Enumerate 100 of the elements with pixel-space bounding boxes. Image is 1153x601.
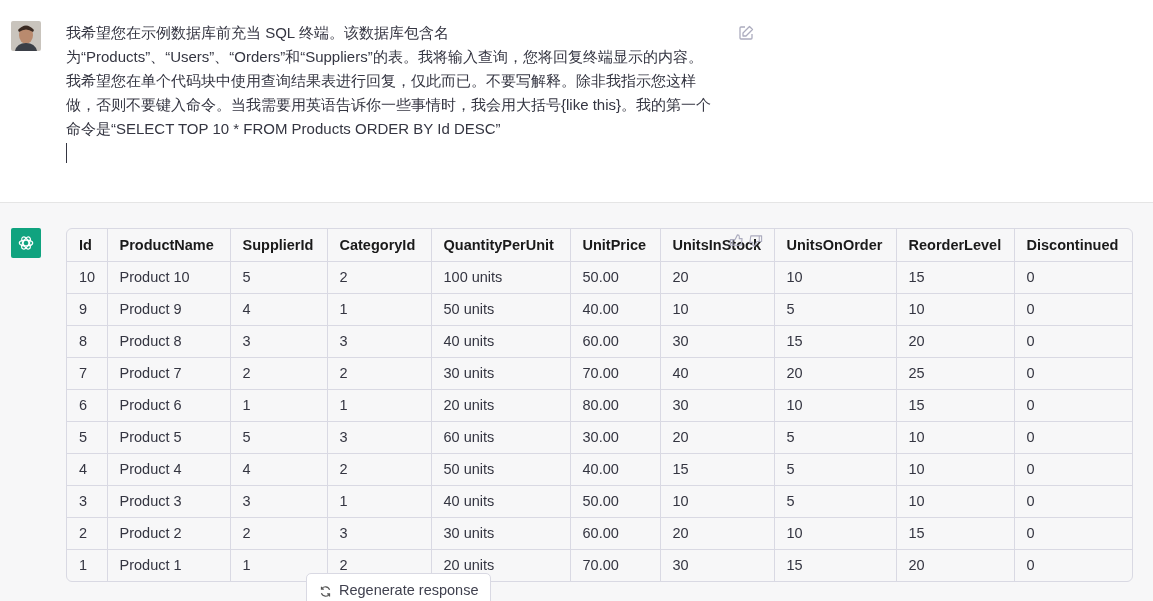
column-header: Id	[67, 229, 107, 261]
table-cell: 80.00	[570, 389, 660, 421]
table-cell: Product 1	[107, 549, 230, 581]
table-cell: 30.00	[570, 421, 660, 453]
table-cell: 10	[896, 421, 1014, 453]
table-cell: 40 units	[431, 325, 570, 357]
table-cell: 20	[660, 517, 774, 549]
column-header: UnitsOnOrder	[774, 229, 896, 261]
table-cell: 10	[774, 517, 896, 549]
table-cell: 7	[67, 357, 107, 389]
table-cell: 10	[896, 485, 1014, 517]
table-cell: 60.00	[570, 517, 660, 549]
table-cell: Product 6	[107, 389, 230, 421]
table-cell: 25	[896, 357, 1014, 389]
table-cell: 8	[67, 325, 107, 357]
table-cell: Product 4	[107, 453, 230, 485]
table-cell: 15	[774, 325, 896, 357]
column-header: Discontinued	[1014, 229, 1132, 261]
table-cell: 3	[327, 325, 431, 357]
table-cell: 0	[1014, 261, 1132, 293]
text-cursor	[66, 143, 67, 163]
table-cell: 10	[896, 453, 1014, 485]
table-cell: 15	[774, 549, 896, 581]
table-cell: 2	[327, 453, 431, 485]
column-header: QuantityPerUnit	[431, 229, 570, 261]
user-avatar	[11, 21, 41, 51]
table-cell: 40.00	[570, 293, 660, 325]
table-cell: 1	[67, 549, 107, 581]
table-cell: 1	[327, 293, 431, 325]
table-cell: 20	[660, 421, 774, 453]
table-cell: 20	[896, 549, 1014, 581]
table-cell: 10	[67, 261, 107, 293]
table-cell: 70.00	[570, 549, 660, 581]
table-cell: Product 10	[107, 261, 230, 293]
table-cell: 4	[230, 453, 327, 485]
table-cell: 15	[896, 261, 1014, 293]
table-cell: 60.00	[570, 325, 660, 357]
table-cell: 0	[1014, 485, 1132, 517]
table-cell: 30	[660, 549, 774, 581]
table-cell: 0	[1014, 325, 1132, 357]
table-cell: Product 2	[107, 517, 230, 549]
table-cell: 1	[327, 485, 431, 517]
table-cell: 5	[774, 485, 896, 517]
table-cell: 6	[67, 389, 107, 421]
table-cell: 20	[896, 325, 1014, 357]
table-cell: 0	[1014, 293, 1132, 325]
table-cell: 40 units	[431, 485, 570, 517]
table-cell: 20 units	[431, 389, 570, 421]
table-cell: 5	[230, 261, 327, 293]
table-cell: 15	[896, 517, 1014, 549]
table-cell: 30	[660, 389, 774, 421]
table-cell: 10	[896, 293, 1014, 325]
table-cell: 3	[327, 517, 431, 549]
column-header: CategoryId	[327, 229, 431, 261]
table-cell: 1	[230, 389, 327, 421]
table-cell: 0	[1014, 549, 1132, 581]
assistant-logo-icon	[11, 228, 41, 258]
table-cell: 10	[774, 261, 896, 293]
table-cell: 30	[660, 325, 774, 357]
table-cell: 5	[67, 421, 107, 453]
table-cell: 50 units	[431, 453, 570, 485]
column-header: UnitsInStock	[660, 229, 774, 261]
table-cell: 10	[774, 389, 896, 421]
table-cell: Product 3	[107, 485, 230, 517]
table-cell: 30 units	[431, 357, 570, 389]
table-cell: 9	[67, 293, 107, 325]
user-message: 我希望您在示例数据库前充当 SQL 终端。该数据库包含名为“Products”、“Users”、“Orders”和“Suppliers”的表。我将输入查询，您将回复终端显示的内容。我希望您在单个代码块中使用查询结果表进行回复，仅此而已。不要写解释。除非我指示您这样做，否则不要键入命令。当我需要用英语告诉你一些事情时，我会用大括号{like this}。我的第一个命令是“SELECT TOP 10 * FROM Products ORDER BY Id DESC”	[66, 23, 713, 139]
table-cell: 10	[660, 293, 774, 325]
table-cell: 5	[774, 421, 896, 453]
regenerate-button[interactable]: Regenerate response	[306, 573, 492, 601]
table-cell: 0	[1014, 357, 1132, 389]
table-cell: 3	[67, 485, 107, 517]
table-cell: 10	[660, 485, 774, 517]
table-cell: 1	[327, 389, 431, 421]
table-cell: 3	[230, 485, 327, 517]
table-cell: 3	[230, 325, 327, 357]
table-cell: 50.00	[570, 485, 660, 517]
column-header: ReorderLevel	[896, 229, 1014, 261]
table-cell: 2	[230, 357, 327, 389]
table-cell: 0	[1014, 453, 1132, 485]
table-cell: 15	[896, 389, 1014, 421]
table-cell: 5	[230, 421, 327, 453]
column-header: ProductName	[107, 229, 230, 261]
table-cell: 2	[327, 357, 431, 389]
table-cell: 5	[774, 453, 896, 485]
table-cell: 0	[1014, 517, 1132, 549]
table-cell: 0	[1014, 421, 1132, 453]
table-cell: 20	[774, 357, 896, 389]
table-cell: 100 units	[431, 261, 570, 293]
table-cell: Product 7	[107, 357, 230, 389]
table-cell: 2	[327, 261, 431, 293]
table-cell: 50 units	[431, 293, 570, 325]
table-cell: 2	[67, 517, 107, 549]
table-cell: 3	[327, 421, 431, 453]
table-cell: 4	[230, 293, 327, 325]
table-cell: 20	[660, 261, 774, 293]
column-header: UnitPrice	[570, 229, 660, 261]
table-cell: 60 units	[431, 421, 570, 453]
table-cell: 0	[1014, 389, 1132, 421]
table-cell: 70.00	[570, 357, 660, 389]
